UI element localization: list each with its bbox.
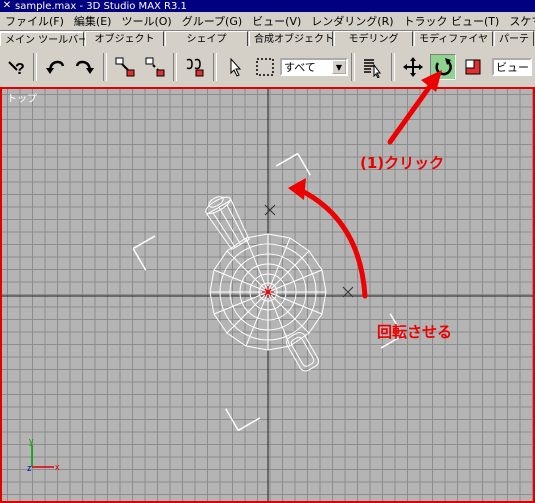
menu-bar: ファイル(F) 編集(E) ツール(O) グループ(G) ビュー(V) レンダリ… xyxy=(0,12,535,31)
select-by-name-button[interactable] xyxy=(360,54,386,80)
menu-rendering[interactable]: レンダリング(R) xyxy=(306,13,398,29)
coord-system-value: ビュー xyxy=(496,61,529,74)
menu-file[interactable]: ファイル(F) xyxy=(0,13,69,29)
tab-objects[interactable]: オブジェクト xyxy=(85,31,165,46)
tab-compound-objects[interactable]: 合成オブジェクト xyxy=(248,31,334,46)
move-icon xyxy=(403,57,423,77)
help-button[interactable]: ? xyxy=(2,54,28,80)
menu-group[interactable]: グループ(G) xyxy=(177,13,247,29)
redo-button[interactable] xyxy=(72,54,98,80)
rotate-annotation: 回転させる xyxy=(377,323,453,341)
coord-system-dropdown[interactable]: ビュー xyxy=(492,58,532,76)
teapot-wireframe[interactable] xyxy=(202,191,327,373)
menu-edit[interactable]: 編集(E) xyxy=(69,13,117,29)
undo-icon xyxy=(46,60,65,74)
region-select-button[interactable] xyxy=(252,54,278,80)
unlink-icon xyxy=(145,57,165,77)
menu-track-view[interactable]: トラック ビュー(T) xyxy=(399,13,505,29)
app-icon[interactable]: ✕ xyxy=(2,1,12,11)
select-by-name-icon xyxy=(364,59,381,78)
bind-spacewarp-icon xyxy=(186,58,204,77)
unlink-button[interactable] xyxy=(142,54,168,80)
tab-panel: メイン ツールバー オブジェクト シェイプ 合成オブジェクト モデリング モディ… xyxy=(0,31,535,48)
menu-schematic-view[interactable]: スケマティック ビュー(S) xyxy=(504,13,535,29)
scale-button[interactable] xyxy=(460,54,486,80)
toolbar-separator xyxy=(33,53,37,81)
tab-shapes[interactable]: シェイプ xyxy=(165,31,248,46)
toolbar-separator xyxy=(351,53,355,81)
undo-button[interactable] xyxy=(42,54,68,80)
tab-modeling[interactable]: モデリング xyxy=(333,31,413,46)
menu-tools[interactable]: ツール(O) xyxy=(116,13,176,29)
svg-text:y: y xyxy=(29,436,34,446)
select-button[interactable] xyxy=(222,54,248,80)
toolbar-separator xyxy=(391,53,395,81)
svg-text:?: ? xyxy=(15,61,25,78)
redo-icon xyxy=(75,60,94,74)
tab-main-toolbar[interactable]: メイン ツールバー xyxy=(0,31,88,46)
viewport-canvas: y x z xyxy=(2,89,533,501)
move-button[interactable] xyxy=(400,54,426,80)
top-viewport[interactable]: トップ y x z xyxy=(0,87,535,503)
help-icon: ? xyxy=(8,61,25,78)
region-select-icon xyxy=(256,58,274,76)
click-annotation: (1)クリック xyxy=(360,154,445,172)
bind-spacewarp-button[interactable] xyxy=(182,54,208,80)
tab-modifiers[interactable]: モディファイヤ xyxy=(413,31,493,46)
tab-particles[interactable]: パーテ xyxy=(494,31,534,46)
rotate-button[interactable] xyxy=(430,54,456,80)
bbox-marker xyxy=(264,204,276,216)
selection-filter-dropdown[interactable]: すべて ▼ xyxy=(280,58,348,76)
toolbar-separator xyxy=(173,53,177,81)
title-bar: ✕ sample.max - 3D Studio MAX R3.1 xyxy=(0,0,535,12)
rotate-icon xyxy=(435,58,452,76)
select-arrow-icon xyxy=(230,57,242,77)
svg-text:x: x xyxy=(55,462,60,472)
menu-view[interactable]: ビュー(V) xyxy=(247,13,306,29)
main-toolbar: ? すべて ▼ ビュー xyxy=(0,49,535,85)
toolbar-separator xyxy=(103,53,107,81)
window-title: sample.max - 3D Studio MAX R3.1 xyxy=(15,0,187,12)
toolbar-separator xyxy=(213,53,217,81)
scale-icon xyxy=(465,59,481,75)
axis-tripod: y x z xyxy=(27,436,60,473)
link-button[interactable] xyxy=(112,54,138,80)
svg-text:z: z xyxy=(27,463,32,473)
link-icon xyxy=(115,57,135,77)
chevron-down-icon[interactable]: ▼ xyxy=(332,60,346,74)
selection-filter-value: すべて xyxy=(284,61,316,74)
